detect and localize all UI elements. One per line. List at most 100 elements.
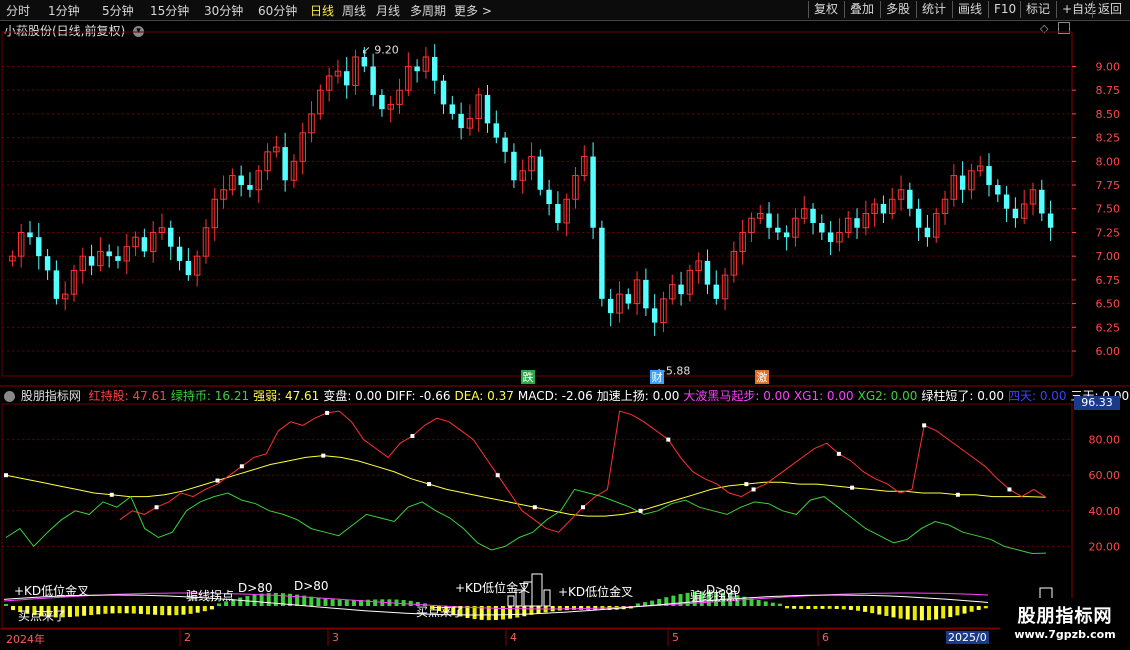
histogram-bar (153, 606, 158, 615)
histogram-bar (770, 602, 775, 606)
signal-dot (638, 508, 643, 513)
histogram-bar (564, 606, 569, 611)
candle-body-down (1003, 194, 1010, 209)
price-tick-label: 7.50 (1096, 203, 1121, 216)
histogram-bar (252, 594, 257, 606)
indicator-tick-label: 40.00 (1089, 505, 1121, 518)
price-tick-label: 6.25 (1096, 321, 1121, 334)
indicator-annotation: +KD低位金叉 (14, 583, 89, 598)
candle-body-down (1039, 189, 1045, 214)
candle-body-down (819, 222, 825, 233)
price-tick-label: 8.50 (1096, 108, 1121, 121)
signal-dot (410, 434, 415, 439)
candle-body-down (607, 298, 614, 314)
candle-body-down (185, 260, 192, 276)
histogram-bar (912, 606, 917, 621)
histogram-bar (877, 606, 882, 615)
candle-body-down (704, 260, 711, 285)
histogram-bar (138, 606, 143, 614)
date-label: 4 (510, 631, 517, 644)
candle-body-down (555, 204, 561, 223)
signal-dot (1007, 487, 1012, 492)
candle-body-down (537, 156, 544, 190)
logo-title: 股朋指标网 (1017, 606, 1113, 627)
chart-canvas: 9.00 8.75 8.50 8.25 8.00 7.75 7.50 7.25 7.00 6.75… (0, 31, 1130, 646)
histogram-bar (259, 593, 264, 606)
histogram-bar (635, 603, 640, 606)
histogram-bar (217, 603, 221, 606)
histogram-bar (891, 606, 896, 618)
histogram-box (531, 573, 543, 607)
indicator-annotation: D>80 (238, 581, 273, 595)
histogram-bar (238, 597, 243, 606)
event-marker-label: 激 (757, 370, 768, 384)
indicator-annotation: D>80 (294, 579, 329, 593)
candle-body-down (678, 284, 684, 295)
candle-body-down (36, 237, 42, 257)
histogram-bar (181, 606, 186, 615)
histogram-bar (167, 606, 172, 616)
kd-red-line (119, 410, 1047, 533)
candle-body-down (115, 256, 121, 261)
logo-url: www.7gpzb.com (1014, 628, 1116, 641)
price-tick-label: 9.00 (1096, 60, 1121, 73)
candle-body-down (854, 218, 860, 228)
histogram-bar (983, 606, 988, 609)
watermark-logo: 股朋指标网 www.7gpzb.com (1000, 598, 1130, 650)
candle-body-down (625, 294, 632, 304)
signal-dot (744, 482, 749, 487)
histogram-bar (309, 596, 314, 606)
histogram-bar (919, 606, 924, 621)
histogram-bar (202, 606, 207, 612)
candle-body-down (959, 175, 966, 190)
event-marker-label: 财 (652, 370, 663, 384)
kd-green-line (5, 488, 1047, 555)
histogram-bar (834, 606, 839, 609)
candle-body-down (986, 166, 992, 186)
candle-body-down (713, 284, 719, 299)
indicator-pane-frame (1, 403, 1073, 629)
histogram-bar (898, 606, 903, 619)
histogram-bar (330, 599, 335, 606)
candle-body-down (783, 232, 790, 238)
histogram-bar (955, 606, 960, 616)
histogram-bar (209, 606, 214, 610)
signal-dot (751, 487, 756, 492)
candle-body-down (168, 227, 174, 247)
histogram-bar (4, 604, 8, 606)
histogram-bar (124, 606, 129, 614)
candle-body-down (599, 227, 605, 299)
indicator-tick-label: 20.00 (1089, 540, 1121, 553)
signal-dot (4, 473, 8, 478)
histogram-box (507, 595, 515, 607)
histogram-bar (82, 606, 87, 616)
histogram-bar (96, 606, 101, 615)
date-label: 5 (672, 631, 679, 644)
candle-body-down (766, 213, 772, 228)
histogram-bar (941, 606, 946, 619)
histogram-bar (316, 597, 321, 606)
signal-dot (581, 505, 585, 510)
histogram-bar (557, 606, 562, 611)
histogram-bar (344, 599, 349, 606)
candle-body-down (282, 147, 288, 181)
candle-body-down (810, 208, 816, 223)
signal-dot (836, 451, 841, 456)
high-price-label: ↙ 9.20 (362, 43, 399, 56)
indicator-tick-label: 80.00 (1089, 434, 1121, 447)
histogram-bar (67, 606, 72, 618)
signal-dot (154, 505, 159, 510)
histogram-bar (351, 600, 356, 606)
candle-body-down (827, 232, 834, 242)
candle-body-down (502, 137, 508, 152)
histogram-bar (174, 606, 179, 616)
candle-body-down (924, 227, 931, 238)
date-label-current: 2025/0 (946, 631, 989, 644)
candle-body-down (414, 66, 420, 72)
candle-body-down (44, 256, 51, 271)
candle-body-down (344, 71, 350, 86)
histogram-bar (763, 601, 768, 606)
candle-body-down (546, 189, 552, 204)
histogram-box (543, 589, 551, 607)
candle-body-down (370, 66, 376, 95)
